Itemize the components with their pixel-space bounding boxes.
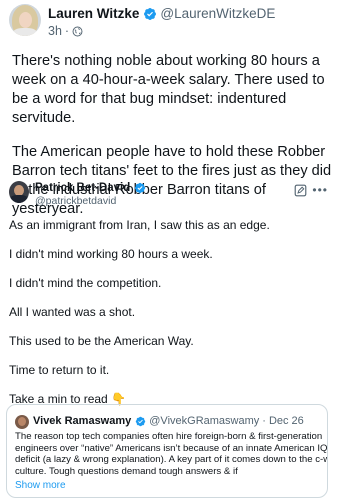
author-handle[interactable]: @patrickbetdavid: [35, 195, 116, 207]
post-paragraph: There's nothing noble about working 80 h…: [12, 53, 325, 126]
nested-line: engineers over “native” Americans isn’t …: [15, 442, 328, 454]
timestamp[interactable]: Dec 26: [269, 415, 304, 427]
nested-body: The reason top tech companies often hire…: [15, 431, 327, 477]
post-header: Lauren Witzke @LaurenWitzkeDE: [48, 5, 275, 22]
author-name[interactable]: Vivek Ramaswamy: [33, 415, 131, 427]
nested-line: deficit (a lazy & wrong explanation). A …: [15, 454, 328, 466]
show-more-link[interactable]: Show more: [15, 480, 66, 491]
avatar[interactable]: [9, 4, 41, 36]
nested-line: The reason top tech companies often hire…: [15, 431, 323, 442]
timestamp[interactable]: 3h: [48, 24, 62, 38]
quoted-post[interactable]: Patrick Bet-David @patrickbetdavid ••• A…: [0, 181, 337, 500]
quoted-line: This used to be the American Way.: [9, 334, 194, 348]
quoted-line: All I wanted was a shot.: [9, 305, 136, 319]
quoted-header: Patrick Bet-David: [35, 182, 149, 194]
author-handle[interactable]: @LaurenWitzkeDE: [160, 5, 275, 22]
author-handle[interactable]: @VivekGRamaswamy: [149, 415, 259, 427]
verified-badge-icon: [135, 182, 146, 194]
author-name[interactable]: Lauren Witzke: [48, 5, 139, 22]
more-icon[interactable]: •••: [312, 184, 328, 196]
separator: ·: [262, 415, 266, 427]
post-meta: 3h ·: [48, 24, 83, 38]
quoted-line: I didn't mind the competition.: [9, 276, 162, 290]
verified-badge-icon: [136, 416, 146, 426]
nested-header: Vivek Ramaswamy @VivekGRamaswamy · Dec 2…: [33, 415, 304, 427]
avatar[interactable]: [9, 181, 29, 203]
post: Lauren Witzke @LaurenWitzkeDE 3h · There…: [0, 0, 337, 217]
quoted-line: I didn't mind working 80 hours a week.: [9, 247, 213, 261]
avatar[interactable]: [15, 415, 29, 429]
edit-icon[interactable]: [294, 184, 307, 197]
quoted-line: Time to return to it.: [9, 363, 110, 377]
verified-badge-icon: [144, 7, 157, 20]
globe-icon: [72, 26, 83, 36]
nested-quote-card[interactable]: Vivek Ramaswamy @VivekGRamaswamy · Dec 2…: [6, 404, 328, 498]
quoted-line: As an immigrant from Iran, I saw this as…: [9, 218, 270, 232]
separator: ·: [64, 24, 70, 38]
nested-line: culture. Tough questions demand tough an…: [15, 465, 238, 477]
author-name[interactable]: Patrick Bet-David: [35, 182, 130, 194]
